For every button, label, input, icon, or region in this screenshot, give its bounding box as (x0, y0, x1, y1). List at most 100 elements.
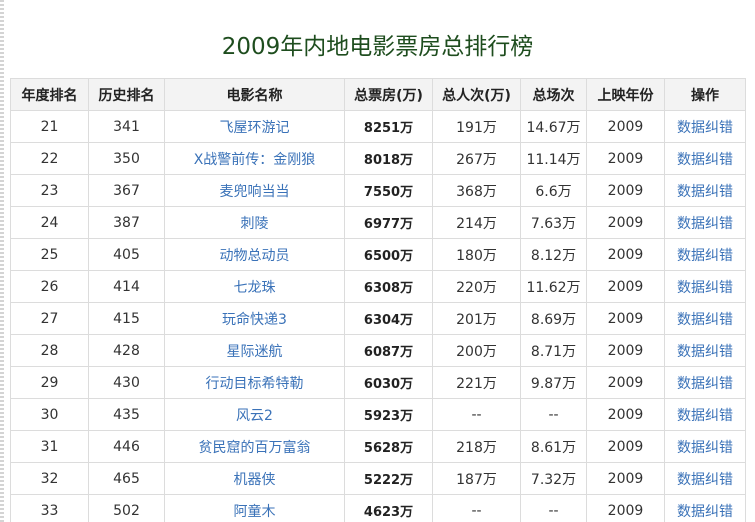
cell-history-rank: 414 (88, 270, 165, 303)
data-correction-link[interactable]: 数据纠错 (677, 120, 733, 136)
table-row: 27 415 玩命快递3 6304万 201万 8.69万 2009 数据纠错 (10, 302, 746, 335)
data-correction-link[interactable]: 数据纠错 (677, 440, 733, 456)
movie-link[interactable]: X战警前传：金刚狼 (194, 152, 316, 168)
movie-link[interactable]: 刺陵 (241, 216, 269, 232)
cell-admissions: -- (432, 398, 521, 431)
cell-year-rank: 23 (10, 174, 89, 207)
cell-history-rank: 415 (88, 302, 165, 335)
cell-history-rank: 430 (88, 366, 165, 399)
cell-release-year: 2009 (586, 270, 665, 303)
data-correction-link[interactable]: 数据纠错 (677, 184, 733, 200)
movie-link[interactable]: 机器侠 (234, 472, 276, 488)
cell-gross: 6308万 (344, 270, 433, 303)
table-header-row: 年度排名 历史排名 电影名称 总票房(万) 总人次(万) 总场次 上映年份 操作 (10, 78, 746, 111)
cell-year-rank: 31 (10, 430, 89, 463)
movie-link[interactable]: 星际迷航 (227, 344, 283, 360)
cell-gross: 5628万 (344, 430, 433, 463)
table-row: 32 465 机器侠 5222万 187万 7.32万 2009 数据纠错 (10, 462, 746, 495)
cell-screenings: -- (520, 398, 587, 431)
cell-screenings: 6.6万 (520, 174, 587, 207)
data-correction-link[interactable]: 数据纠错 (677, 472, 733, 488)
cell-release-year: 2009 (586, 334, 665, 367)
header-screenings: 总场次 (520, 78, 587, 111)
data-correction-link[interactable]: 数据纠错 (677, 312, 733, 328)
movie-link[interactable]: 行动目标希特勒 (206, 376, 304, 392)
header-history-rank: 历史排名 (88, 78, 165, 111)
movie-link[interactable]: 七龙珠 (234, 280, 276, 296)
table-row: 30 435 风云2 5923万 -- -- 2009 数据纠错 (10, 398, 746, 431)
cell-release-year: 2009 (586, 206, 665, 239)
movie-link[interactable]: 飞屋环游记 (220, 120, 290, 136)
cell-screenings: 8.69万 (520, 302, 587, 335)
cell-release-year: 2009 (586, 142, 665, 175)
box-office-table: 年度排名 历史排名 电影名称 总票房(万) 总人次(万) 总场次 上映年份 操作… (10, 78, 746, 522)
left-dotted-border (0, 0, 4, 522)
cell-screenings: 11.14万 (520, 142, 587, 175)
cell-gross: 6087万 (344, 334, 433, 367)
cell-admissions: 201万 (432, 302, 521, 335)
cell-year-rank: 25 (10, 238, 89, 271)
movie-link-cell: X战警前传：金刚狼 (164, 142, 345, 175)
cell-screenings: 9.87万 (520, 366, 587, 399)
cell-screenings: -- (520, 494, 587, 522)
header-year-rank: 年度排名 (10, 78, 89, 111)
data-correction-link[interactable]: 数据纠错 (677, 408, 733, 424)
data-correction-link[interactable]: 数据纠错 (677, 504, 733, 520)
movie-link-cell: 阿童木 (164, 494, 345, 522)
cell-year-rank: 27 (10, 302, 89, 335)
cell-gross: 4623万 (344, 494, 433, 522)
table-row: 23 367 麦兜响当当 7550万 368万 6.6万 2009 数据纠错 (10, 174, 746, 207)
data-correction-link[interactable]: 数据纠错 (677, 216, 733, 232)
movie-link[interactable]: 动物总动员 (220, 248, 290, 264)
cell-year-rank: 24 (10, 206, 89, 239)
cell-history-rank: 435 (88, 398, 165, 431)
cell-year-rank: 28 (10, 334, 89, 367)
table-row: 21 341 飞屋环游记 8251万 191万 14.67万 2009 数据纠错 (10, 110, 746, 143)
data-correction-link[interactable]: 数据纠错 (677, 280, 733, 296)
cell-admissions: 191万 (432, 110, 521, 143)
cell-screenings: 11.62万 (520, 270, 587, 303)
movie-link[interactable]: 麦兜响当当 (220, 184, 290, 200)
movie-link[interactable]: 玩命快递3 (222, 312, 287, 328)
data-correction-link[interactable]: 数据纠错 (677, 376, 733, 392)
table-row: 22 350 X战警前传：金刚狼 8018万 267万 11.14万 2009 数据纠错 (10, 142, 746, 175)
cell-screenings: 14.67万 (520, 110, 587, 143)
cell-admissions: 218万 (432, 430, 521, 463)
cell-year-rank: 32 (10, 462, 89, 495)
cell-year-rank: 30 (10, 398, 89, 431)
header-movie-name: 电影名称 (164, 78, 345, 111)
data-correction-link[interactable]: 数据纠错 (677, 152, 733, 168)
cell-screenings: 8.12万 (520, 238, 587, 271)
cell-gross: 5222万 (344, 462, 433, 495)
movie-link[interactable]: 贫民窟的百万富翁 (199, 440, 311, 456)
cell-history-rank: 350 (88, 142, 165, 175)
table-row: 25 405 动物总动员 6500万 180万 8.12万 2009 数据纠错 (10, 238, 746, 271)
cell-release-year: 2009 (586, 174, 665, 207)
movie-link-cell: 飞屋环游记 (164, 110, 345, 143)
cell-gross: 8018万 (344, 142, 433, 175)
header-admissions: 总人次(万) (432, 78, 521, 111)
table-row: 29 430 行动目标希特勒 6030万 221万 9.87万 2009 数据纠错 (10, 366, 746, 399)
data-correction-link-cell: 数据纠错 (664, 366, 746, 399)
cell-admissions: 267万 (432, 142, 521, 175)
data-correction-link[interactable]: 数据纠错 (677, 248, 733, 264)
cell-release-year: 2009 (586, 462, 665, 495)
cell-release-year: 2009 (586, 430, 665, 463)
cell-release-year: 2009 (586, 110, 665, 143)
data-correction-link-cell: 数据纠错 (664, 430, 746, 463)
data-correction-link-cell: 数据纠错 (664, 270, 746, 303)
cell-history-rank: 387 (88, 206, 165, 239)
movie-link-cell: 风云2 (164, 398, 345, 431)
data-correction-link-cell: 数据纠错 (664, 238, 746, 271)
cell-screenings: 7.32万 (520, 462, 587, 495)
cell-release-year: 2009 (586, 398, 665, 431)
cell-gross: 6977万 (344, 206, 433, 239)
data-correction-link-cell: 数据纠错 (664, 398, 746, 431)
movie-link[interactable]: 阿童木 (234, 504, 276, 520)
cell-history-rank: 502 (88, 494, 165, 522)
cell-gross: 6500万 (344, 238, 433, 271)
table-row: 33 502 阿童木 4623万 -- -- 2009 数据纠错 (10, 494, 746, 522)
cell-history-rank: 465 (88, 462, 165, 495)
data-correction-link[interactable]: 数据纠错 (677, 344, 733, 360)
movie-link[interactable]: 风云2 (236, 408, 273, 424)
